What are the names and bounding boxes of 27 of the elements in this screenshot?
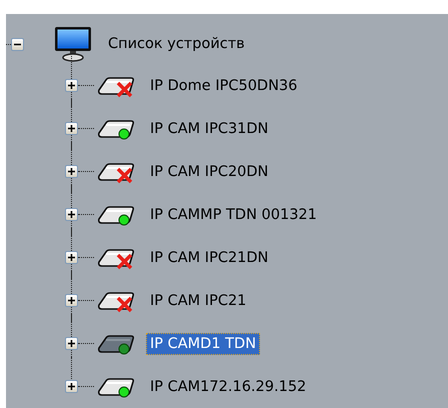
plus-icon <box>67 124 76 133</box>
expand-button[interactable] <box>65 79 78 92</box>
tree-item-label[interactable]: IP CAM IPC21 <box>146 290 250 312</box>
expand-button[interactable] <box>65 208 78 221</box>
tree-root-label[interactable]: Список устройств <box>104 33 249 55</box>
tree-item-label[interactable]: IP CAM172.16.29.152 <box>146 376 310 398</box>
monitor-icon <box>53 26 93 62</box>
tree-item-label[interactable]: IP CAM IPC31DN <box>146 118 272 140</box>
tree-item-label[interactable]: IP CAMD1 TDN <box>146 332 260 354</box>
plus-icon <box>67 210 76 219</box>
plus-icon <box>67 339 76 348</box>
expand-button[interactable] <box>65 122 78 135</box>
expand-button[interactable] <box>65 337 78 350</box>
tree-item-label[interactable]: IP CAM IPC21DN <box>146 246 272 268</box>
expand-button[interactable] <box>65 165 78 178</box>
tree-item-label[interactable]: IP Dome IPC50DN36 <box>146 74 302 96</box>
plus-icon <box>67 81 76 90</box>
expand-button[interactable] <box>65 380 78 393</box>
tree-item-label[interactable]: IP CAMMP TDN 001321 <box>146 204 321 226</box>
plus-icon <box>67 296 76 305</box>
plus-icon <box>67 382 76 391</box>
expand-button[interactable] <box>65 294 78 307</box>
plus-icon <box>67 253 76 262</box>
expand-button[interactable] <box>65 251 78 264</box>
plus-icon <box>67 167 76 176</box>
collapse-button[interactable] <box>11 38 24 50</box>
tree-item-label[interactable]: IP CAM IPC20DN <box>146 160 272 182</box>
